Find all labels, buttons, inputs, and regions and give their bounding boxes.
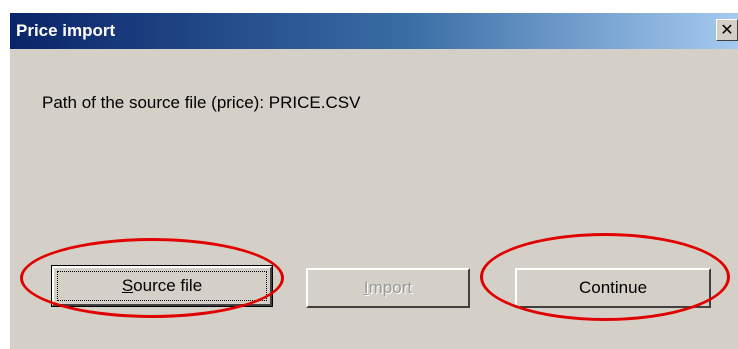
window-title: Price import bbox=[16, 21, 116, 40]
import-button[interactable]: Import bbox=[306, 268, 470, 308]
source-file-button-label: Source file bbox=[57, 271, 267, 301]
continue-button-label: Continue bbox=[578, 278, 648, 297]
import-button-label: Import bbox=[363, 278, 413, 297]
title-bar[interactable]: Price import ✕ bbox=[10, 13, 738, 49]
close-icon: ✕ bbox=[720, 20, 734, 39]
continue-button[interactable]: Continue bbox=[515, 268, 711, 308]
source-path-label: Path of the source file (price): PRICE.C… bbox=[42, 93, 361, 112]
close-button[interactable]: ✕ bbox=[716, 19, 738, 41]
price-import-dialog: Price import ✕ Path of the source file (… bbox=[9, 12, 738, 349]
source-file-button[interactable]: Source file bbox=[51, 265, 273, 307]
